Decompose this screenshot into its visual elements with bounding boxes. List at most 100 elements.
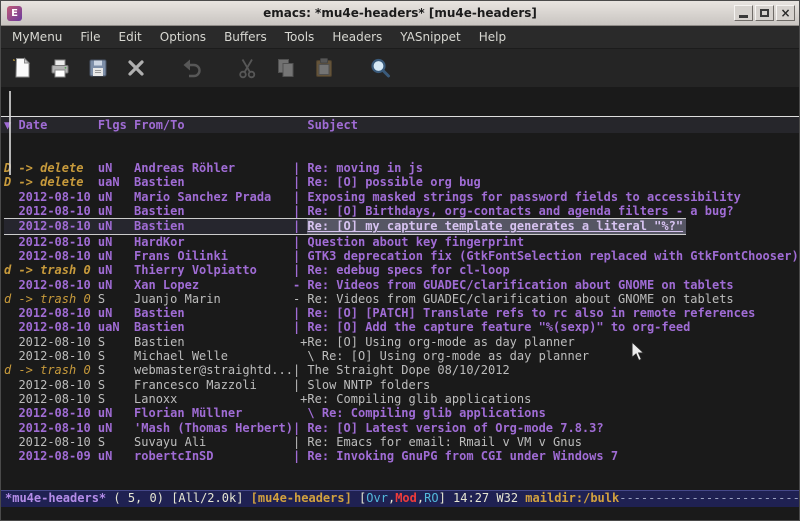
menu-item-buffers[interactable]: Buffers — [215, 27, 276, 47]
scrollbar-thumb[interactable] — [9, 91, 11, 175]
mode-line[interactable]: *mu4e-headers* ( 5, 0) [All/2.0k] [mu4e-… — [1, 490, 799, 507]
message-mark — [4, 219, 18, 233]
thread-separator: | — [293, 235, 307, 249]
menu-item-headers[interactable]: Headers — [323, 27, 391, 47]
message-row[interactable]: 2012-08-10SSuvayu Ali|Re: Emacs for emai… — [4, 435, 799, 449]
column-header-separator — [293, 117, 307, 133]
message-from: Andreas Röhler — [134, 161, 293, 175]
message-flags: S — [98, 292, 134, 306]
message-row[interactable]: 2012-08-10uNXan Lopez-Re: Videos from GU… — [4, 278, 799, 292]
message-flags: uaN — [98, 320, 134, 334]
message-mark — [4, 278, 18, 292]
message-row[interactable]: D-> deleteuaNBastien|Re: [O] possible or… — [4, 175, 799, 189]
message-date: 2012-08-10 — [18, 349, 97, 363]
menu-item-mymenu[interactable]: MyMenu — [3, 27, 71, 47]
modeline-maildir: maildir:/bulk — [525, 491, 619, 505]
thread-separator — [293, 406, 307, 420]
message-from: Michael Welle — [134, 349, 293, 363]
message-row[interactable]: 2012-08-10uNFrans Oilinki|GTK3 deprecati… — [4, 249, 799, 263]
menu-item-help[interactable]: Help — [470, 27, 515, 47]
menu-item-file[interactable]: File — [71, 27, 109, 47]
echo-area[interactable] — [1, 507, 799, 520]
message-row[interactable]: D-> deleteuNAndreas Röhler|Re: moving in… — [4, 161, 799, 175]
menu-item-tools[interactable]: Tools — [276, 27, 324, 47]
headers-buffer[interactable]: ▼ Date Flgs From/To Subject D-> deleteuN… — [1, 87, 799, 490]
message-row[interactable]: 2012-08-10uaNBastien|Re: [O] Add the cap… — [4, 320, 799, 334]
message-row[interactable]: 2012-08-10uNBastien|Re: [O] [PATCH] Tran… — [4, 306, 799, 320]
message-mark — [4, 190, 18, 204]
message-date: -> delete — [18, 175, 97, 189]
search-button[interactable] — [367, 55, 393, 81]
message-subject: Re: Videos from GUADEC/clarification abo… — [307, 278, 799, 292]
paste-button[interactable] — [311, 55, 337, 81]
message-date: -> trash 0 — [18, 263, 97, 277]
message-row[interactable]: 2012-08-10uNBastien|Re: [O] Birthdays, o… — [4, 204, 799, 218]
close-button[interactable]: × — [776, 5, 795, 21]
message-date: 2012-08-10 — [18, 235, 97, 249]
message-row[interactable]: 2012-08-10SLanoxx +Re: Compiling glib ap… — [4, 392, 799, 406]
message-row[interactable]: 2012-08-10uNBastien|Re: [O] my capture t… — [4, 218, 686, 234]
modeline-flag-modified: Mod — [395, 491, 417, 505]
message-subject: Re: moving in js — [307, 161, 799, 175]
thread-separator: | — [293, 161, 307, 175]
message-row[interactable]: 2012-08-10SBastien +Re: [O] Using org-mo… — [4, 335, 799, 349]
message-row[interactable]: 2012-08-10SFrancesco Mazzoli|Slow NNTP f… — [4, 378, 799, 392]
message-flags: uN — [98, 190, 134, 204]
toolbar-group-edit — [235, 55, 337, 81]
modeline-bracket-close: ] — [439, 491, 453, 505]
maximize-button[interactable] — [755, 5, 774, 21]
thread-separator: - — [293, 278, 307, 292]
message-row[interactable]: d-> trash 0uNThierry Volpiatto|Re: edebu… — [4, 263, 799, 277]
message-row[interactable]: 2012-08-10uNHardKor|Question about key f… — [4, 235, 799, 249]
message-flags: S — [98, 349, 134, 363]
message-flags: uN — [98, 219, 134, 233]
message-subject: Re: [O] Birthdays, org-contacts and agen… — [307, 204, 799, 218]
message-from: Frans Oilinki — [134, 249, 293, 263]
copy-button[interactable] — [273, 55, 299, 81]
menu-item-edit[interactable]: Edit — [110, 27, 151, 47]
message-mark: D — [4, 175, 18, 189]
message-from: Lanoxx — [134, 392, 293, 406]
message-flags: uN — [98, 204, 134, 218]
message-mark — [4, 306, 18, 320]
message-date: 2012-08-10 — [18, 219, 97, 233]
message-from: Bastien — [134, 219, 293, 233]
minimize-button[interactable] — [734, 5, 753, 21]
message-row[interactable]: 2012-08-09uNrobertcInSD|Re: Invoking Gnu… — [4, 449, 799, 463]
thread-separator: | — [293, 378, 307, 392]
message-row[interactable]: 2012-08-10uNFlorian Müllner\ Re: Compili… — [4, 406, 799, 420]
message-row[interactable]: 2012-08-10SMichael Welle\ Re: [O] Using … — [4, 349, 799, 363]
menu-item-options[interactable]: Options — [151, 27, 215, 47]
menu-item-yasnippet[interactable]: YASnippet — [391, 27, 470, 47]
message-subject: Re: [O] [PATCH] Translate refs to rc als… — [307, 306, 799, 320]
titlebar[interactable]: E emacs: *mu4e-headers* [mu4e-headers] × — [1, 1, 799, 26]
new-file-button[interactable] — [9, 55, 35, 81]
thread-separator: + — [293, 335, 307, 349]
message-flags: uN — [98, 406, 134, 420]
print-button[interactable] — [47, 55, 73, 81]
thread-separator: | — [293, 249, 307, 263]
thread-separator: | — [293, 435, 307, 449]
cut-button[interactable] — [235, 55, 261, 81]
message-row[interactable]: d-> trash 0Swebmaster@straightd...|The S… — [4, 363, 799, 377]
message-date: 2012-08-10 — [18, 190, 97, 204]
thread-separator: | — [293, 219, 307, 233]
undo-button[interactable] — [179, 55, 205, 81]
column-headers[interactable]: ▼ Date Flgs From/To Subject — [1, 116, 799, 133]
save-button[interactable] — [85, 55, 111, 81]
message-from: Juanjo Marin — [134, 292, 293, 306]
thread-separator: | — [293, 449, 307, 463]
modeline-flag-readonly: RO — [424, 491, 438, 505]
kill-buffer-button[interactable] — [123, 55, 149, 81]
message-row[interactable]: 2012-08-10uNMario Sanchez Prada|Exposing… — [4, 190, 799, 204]
message-date: 2012-08-10 — [18, 421, 97, 435]
message-flags: uN — [98, 249, 134, 263]
kill-buffer-icon — [124, 56, 148, 80]
message-row[interactable]: 2012-08-10uN'Mash (Thomas Herbert)|Re: [… — [4, 421, 799, 435]
message-mark — [4, 406, 18, 420]
message-flags: S — [98, 363, 134, 377]
message-from: 'Mash (Thomas Herbert) — [134, 421, 293, 435]
window-title: emacs: *mu4e-headers* [mu4e-headers] — [1, 1, 799, 25]
message-row[interactable]: d-> trash 0SJuanjo Marin-Re: Videos from… — [4, 292, 799, 306]
message-subject: Re: Videos from GUADEC/clarification abo… — [307, 292, 799, 306]
